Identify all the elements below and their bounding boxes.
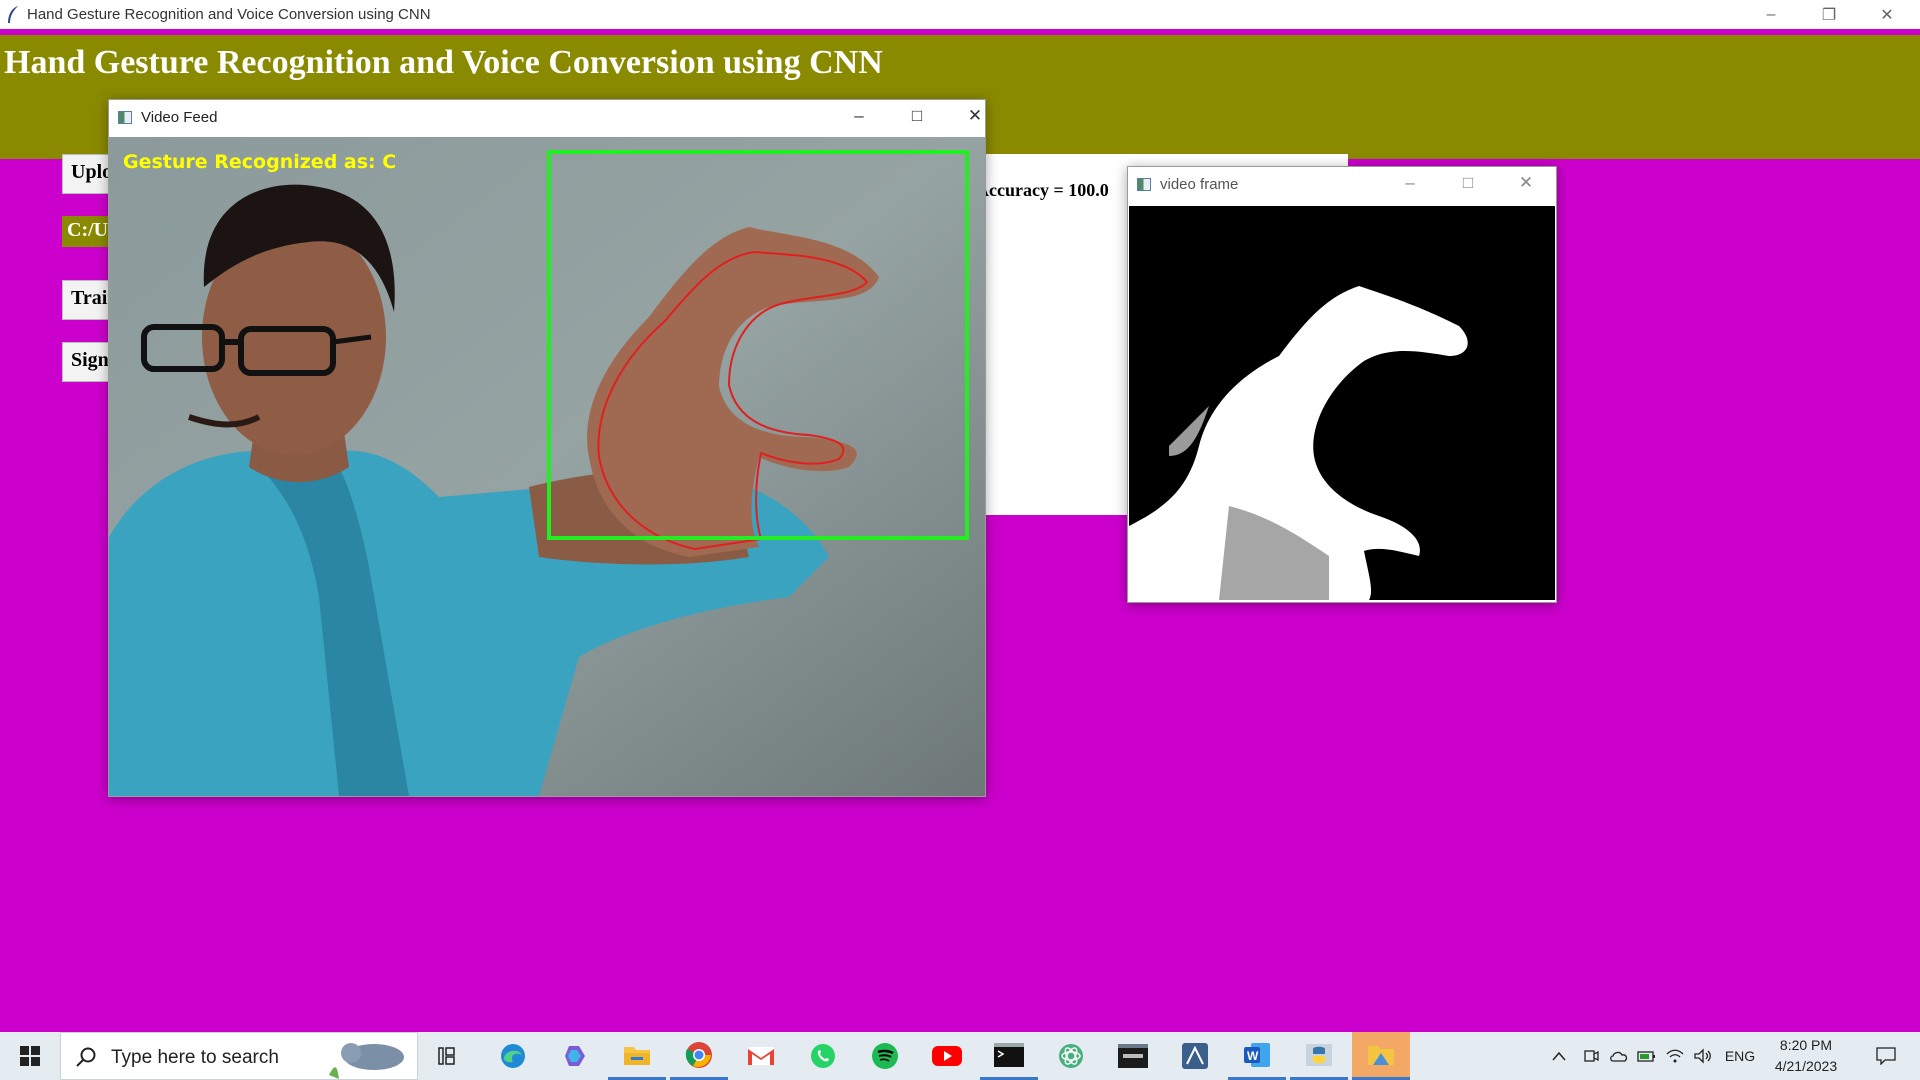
restore-button[interactable]: ❐ xyxy=(1800,0,1858,29)
app-heading: Hand Gesture Recognition and Voice Conve… xyxy=(4,44,883,81)
feather-icon xyxy=(8,6,18,23)
gmail-icon[interactable] xyxy=(732,1032,790,1080)
close-button[interactable]: ✕ xyxy=(955,106,995,130)
close-button[interactable]: ✕ xyxy=(1858,0,1916,29)
language-indicator[interactable]: ENG xyxy=(1722,1032,1758,1080)
clock-time: 8:20 PM xyxy=(1779,1037,1833,1053)
onedrive-icon[interactable] xyxy=(1606,1032,1632,1080)
maximize-button[interactable]: □ xyxy=(897,106,937,130)
edge-icon[interactable] xyxy=(484,1032,542,1080)
video-feed-title: Video Feed xyxy=(141,109,218,126)
accuracy-text: Accuracy = 100.0 xyxy=(976,180,1109,200)
sql-developer-icon[interactable] xyxy=(1166,1032,1224,1080)
manatee-icon xyxy=(329,1043,404,1079)
notification-icon[interactable] xyxy=(1866,1032,1906,1080)
close-button[interactable]: ✕ xyxy=(1506,173,1546,197)
whatsapp-icon[interactable] xyxy=(794,1032,852,1080)
search-input[interactable] xyxy=(109,1045,333,1071)
video-frame-title: video frame xyxy=(1160,176,1239,193)
spotify-icon[interactable] xyxy=(856,1032,914,1080)
binary-mask-image xyxy=(1129,206,1555,600)
copilot-icon[interactable] xyxy=(546,1032,604,1080)
start-button[interactable] xyxy=(0,1032,60,1080)
volume-icon[interactable] xyxy=(1690,1032,1716,1080)
video-feed-window[interactable]: Video Feed – □ ✕ Gesture Recognized as: … xyxy=(108,99,986,797)
svg-text:W: W xyxy=(1247,1049,1259,1063)
windows-icon xyxy=(20,1046,40,1066)
minimize-button[interactable]: – xyxy=(839,106,879,130)
main-window-titlebar: Hand Gesture Recognition and Voice Conve… xyxy=(0,0,1920,35)
video-feed-titlebar[interactable]: Video Feed – □ ✕ xyxy=(109,100,985,136)
minimize-button[interactable]: – xyxy=(1390,173,1430,197)
camera-image: Gesture Recognized as: C xyxy=(109,137,985,796)
maximize-button[interactable]: □ xyxy=(1448,173,1488,197)
task-view-icon[interactable] xyxy=(420,1032,478,1080)
wifi-icon[interactable] xyxy=(1662,1032,1688,1080)
youtube-icon[interactable] xyxy=(918,1032,976,1080)
clock[interactable]: 8:20 PM 4/21/2023 xyxy=(1762,1035,1850,1077)
taskbar: W ENG 8:20 PM 4/21/2023 xyxy=(0,1032,1920,1080)
video-frame-window[interactable]: video frame – □ ✕ xyxy=(1127,166,1557,603)
mysql-icon[interactable] xyxy=(1104,1032,1162,1080)
main-window-title: Hand Gesture Recognition and Voice Conve… xyxy=(27,6,431,23)
minimize-button[interactable]: – xyxy=(1742,0,1800,29)
atom-icon[interactable] xyxy=(1042,1032,1100,1080)
video-frame-titlebar[interactable]: video frame – □ ✕ xyxy=(1128,167,1556,205)
clock-date: 4/21/2023 xyxy=(1774,1058,1838,1074)
opencv-window-icon xyxy=(1137,178,1151,191)
chrome-icon[interactable] xyxy=(670,1032,728,1080)
word-icon[interactable]: W xyxy=(1228,1032,1286,1080)
taskbar-search[interactable] xyxy=(60,1032,418,1080)
file-manager-icon[interactable] xyxy=(1352,1032,1410,1080)
roi-box xyxy=(547,150,969,540)
meet-now-icon[interactable] xyxy=(1578,1032,1604,1080)
opencv-window-icon xyxy=(118,111,132,124)
terminal-icon[interactable] xyxy=(980,1032,1038,1080)
gesture-recognized-text: Gesture Recognized as: C xyxy=(123,151,397,173)
chevron-up-icon[interactable] xyxy=(1546,1032,1572,1080)
search-icon xyxy=(76,1047,96,1067)
battery-icon[interactable] xyxy=(1634,1032,1660,1080)
file-explorer-icon[interactable] xyxy=(608,1032,666,1080)
python-icon[interactable] xyxy=(1290,1032,1348,1080)
